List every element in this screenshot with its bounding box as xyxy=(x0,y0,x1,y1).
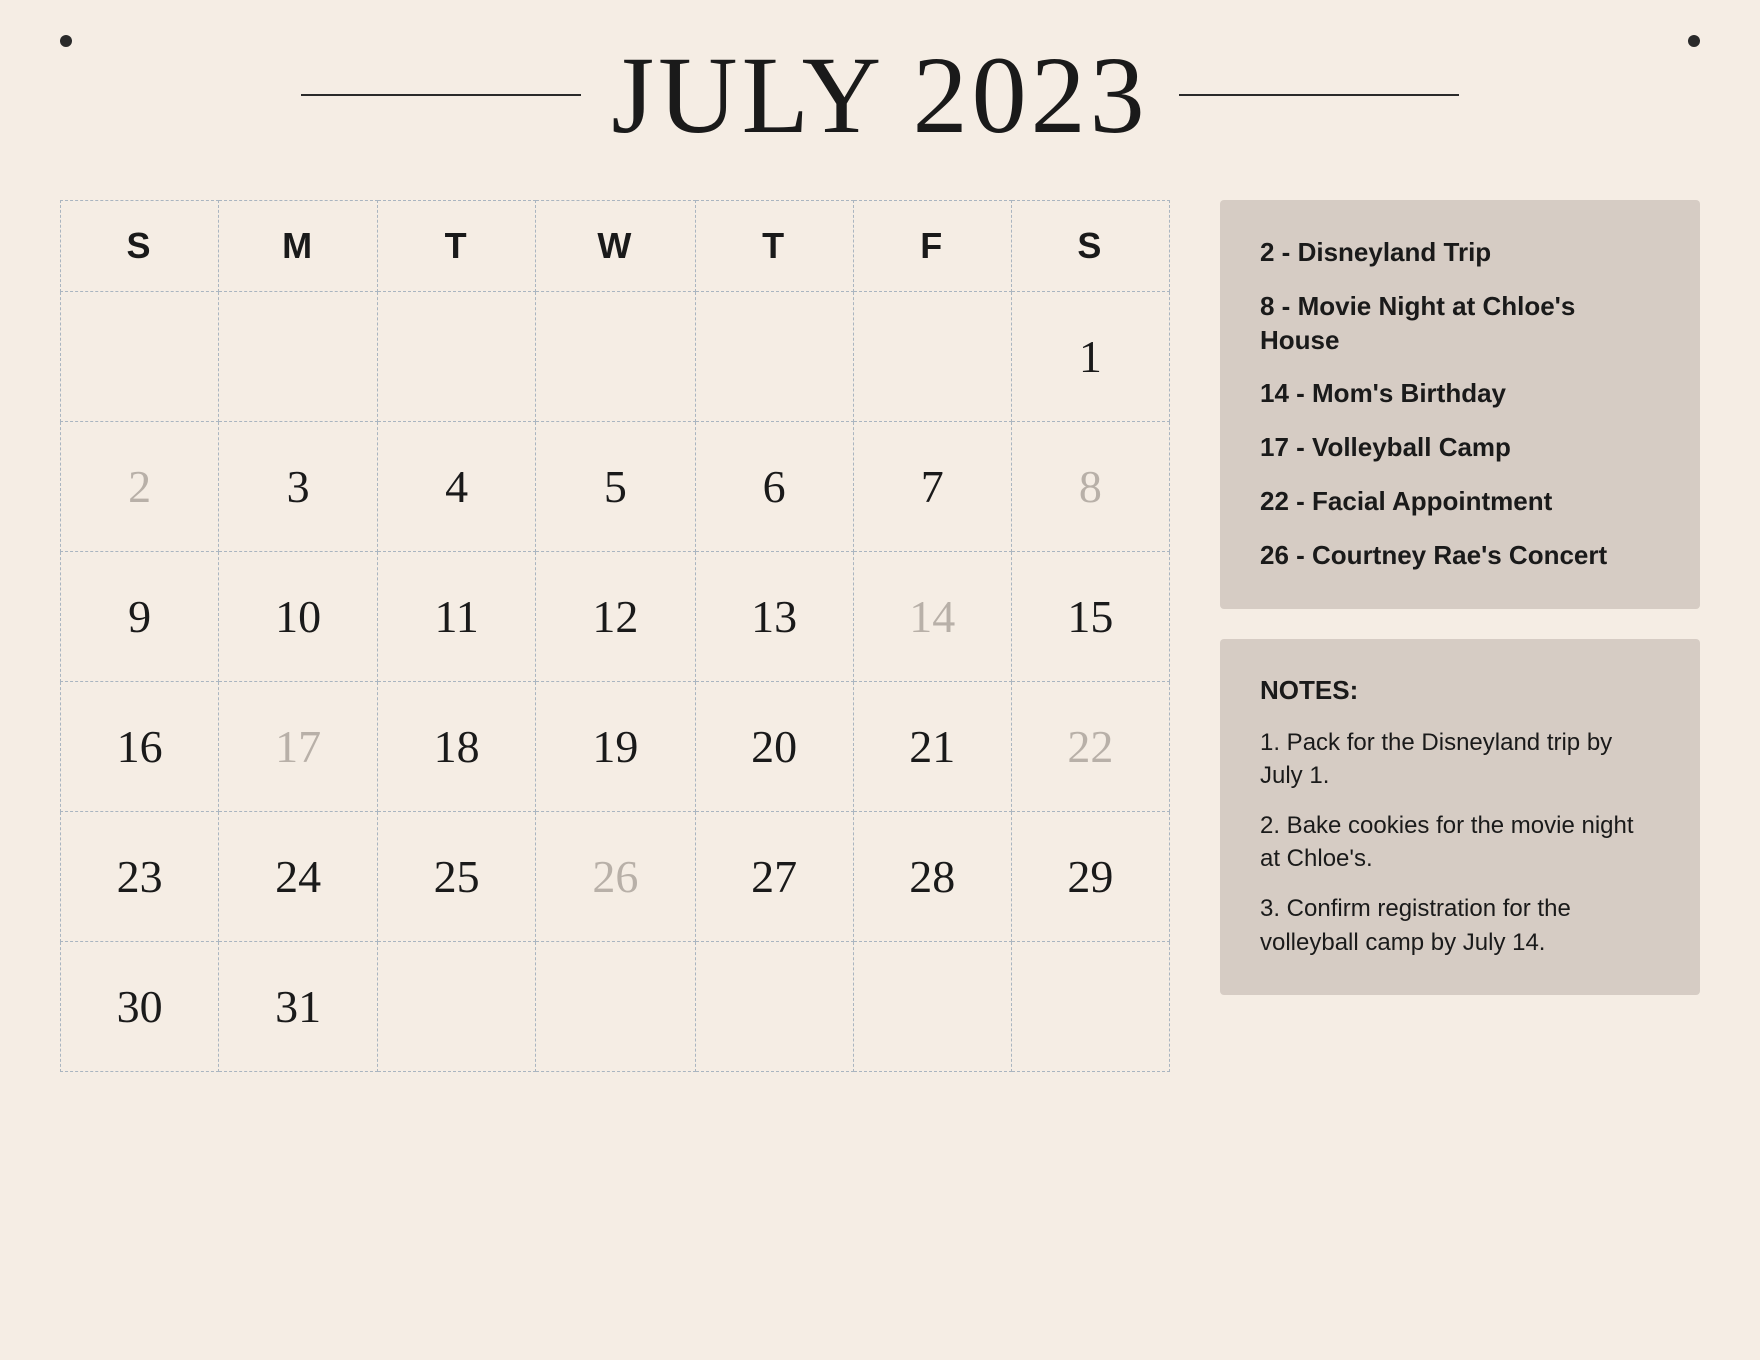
page-header: JULY 2023 xyxy=(60,40,1700,150)
header-line-right xyxy=(1179,94,1459,96)
note-item: 1. Pack for the Disneyland trip by July … xyxy=(1260,726,1660,793)
calendar-day: 15 xyxy=(1011,552,1169,682)
calendar-day xyxy=(853,292,1011,422)
day-header: S xyxy=(61,201,219,292)
calendar-day: 30 xyxy=(61,942,219,1072)
calendar-day xyxy=(61,292,219,422)
calendar-day xyxy=(536,292,695,422)
day-header: W xyxy=(536,201,695,292)
calendar-section: SMTWTFS 12345678910111213141516171819202… xyxy=(60,200,1170,1320)
day-header: S xyxy=(1011,201,1169,292)
calendar-body: 1234567891011121314151617181920212223242… xyxy=(61,292,1170,1072)
calendar-day: 20 xyxy=(695,682,853,812)
calendar-day: 5 xyxy=(536,422,695,552)
calendar-day: 19 xyxy=(536,682,695,812)
sidebar: 2 - Disneyland Trip 8 - Movie Night at Ch… xyxy=(1220,200,1700,1320)
calendar-week-row: 9101112131415 xyxy=(61,552,1170,682)
event-item: 8 - Movie Night at Chloe's House xyxy=(1260,290,1660,358)
calendar-day: 2 xyxy=(61,422,219,552)
calendar-week-row: 2345678 xyxy=(61,422,1170,552)
calendar-week-row: 3031 xyxy=(61,942,1170,1072)
days-header-row: SMTWTFS xyxy=(61,201,1170,292)
notes-box: NOTES: 1. Pack for the Disneyland trip b… xyxy=(1220,639,1700,996)
calendar-day xyxy=(695,942,853,1072)
page-title: JULY 2023 xyxy=(611,40,1148,150)
event-item: 17 - Volleyball Camp xyxy=(1260,431,1660,465)
calendar-day xyxy=(378,292,536,422)
calendar-day xyxy=(536,942,695,1072)
calendar-day: 21 xyxy=(853,682,1011,812)
calendar-day xyxy=(853,942,1011,1072)
calendar-day: 14 xyxy=(853,552,1011,682)
calendar-day: 26 xyxy=(536,812,695,942)
calendar-day: 27 xyxy=(695,812,853,942)
calendar-week-row: 1 xyxy=(61,292,1170,422)
calendar-day: 3 xyxy=(219,422,378,552)
calendar-day: 4 xyxy=(378,422,536,552)
calendar-day: 13 xyxy=(695,552,853,682)
event-item: 14 - Mom's Birthday xyxy=(1260,377,1660,411)
note-item: 3. Confirm registration for the volleyba… xyxy=(1260,892,1660,959)
day-header: T xyxy=(378,201,536,292)
calendar-day: 18 xyxy=(378,682,536,812)
calendar-day: 8 xyxy=(1011,422,1169,552)
event-item: 22 - Facial Appointment xyxy=(1260,485,1660,519)
calendar-day: 12 xyxy=(536,552,695,682)
calendar-day: 25 xyxy=(378,812,536,942)
day-header: T xyxy=(695,201,853,292)
calendar-day: 23 xyxy=(61,812,219,942)
calendar-day: 9 xyxy=(61,552,219,682)
calendar-day: 17 xyxy=(219,682,378,812)
event-item: 26 - Courtney Rae's Concert xyxy=(1260,539,1660,573)
calendar-day: 11 xyxy=(378,552,536,682)
notes-title: NOTES: xyxy=(1260,675,1660,706)
calendar-day xyxy=(219,292,378,422)
main-content: SMTWTFS 12345678910111213141516171819202… xyxy=(60,200,1700,1320)
calendar-day: 24 xyxy=(219,812,378,942)
day-header: F xyxy=(853,201,1011,292)
note-item: 2. Bake cookies for the movie night at C… xyxy=(1260,809,1660,876)
day-header: M xyxy=(219,201,378,292)
calendar-week-row: 16171819202122 xyxy=(61,682,1170,812)
calendar-day: 31 xyxy=(219,942,378,1072)
calendar-day: 16 xyxy=(61,682,219,812)
calendar-header: SMTWTFS xyxy=(61,201,1170,292)
event-item: 2 - Disneyland Trip xyxy=(1260,236,1660,270)
events-box: 2 - Disneyland Trip 8 - Movie Night at Ch… xyxy=(1220,200,1700,609)
calendar-day xyxy=(378,942,536,1072)
calendar-day: 10 xyxy=(219,552,378,682)
calendar-day xyxy=(695,292,853,422)
calendar-day: 1 xyxy=(1011,292,1169,422)
calendar-day: 6 xyxy=(695,422,853,552)
calendar-day: 22 xyxy=(1011,682,1169,812)
calendar-grid: SMTWTFS 12345678910111213141516171819202… xyxy=(60,200,1170,1072)
calendar-day xyxy=(1011,942,1169,1072)
calendar-day: 28 xyxy=(853,812,1011,942)
calendar-week-row: 23242526272829 xyxy=(61,812,1170,942)
calendar-day: 29 xyxy=(1011,812,1169,942)
header-line-left xyxy=(301,94,581,96)
calendar-day: 7 xyxy=(853,422,1011,552)
